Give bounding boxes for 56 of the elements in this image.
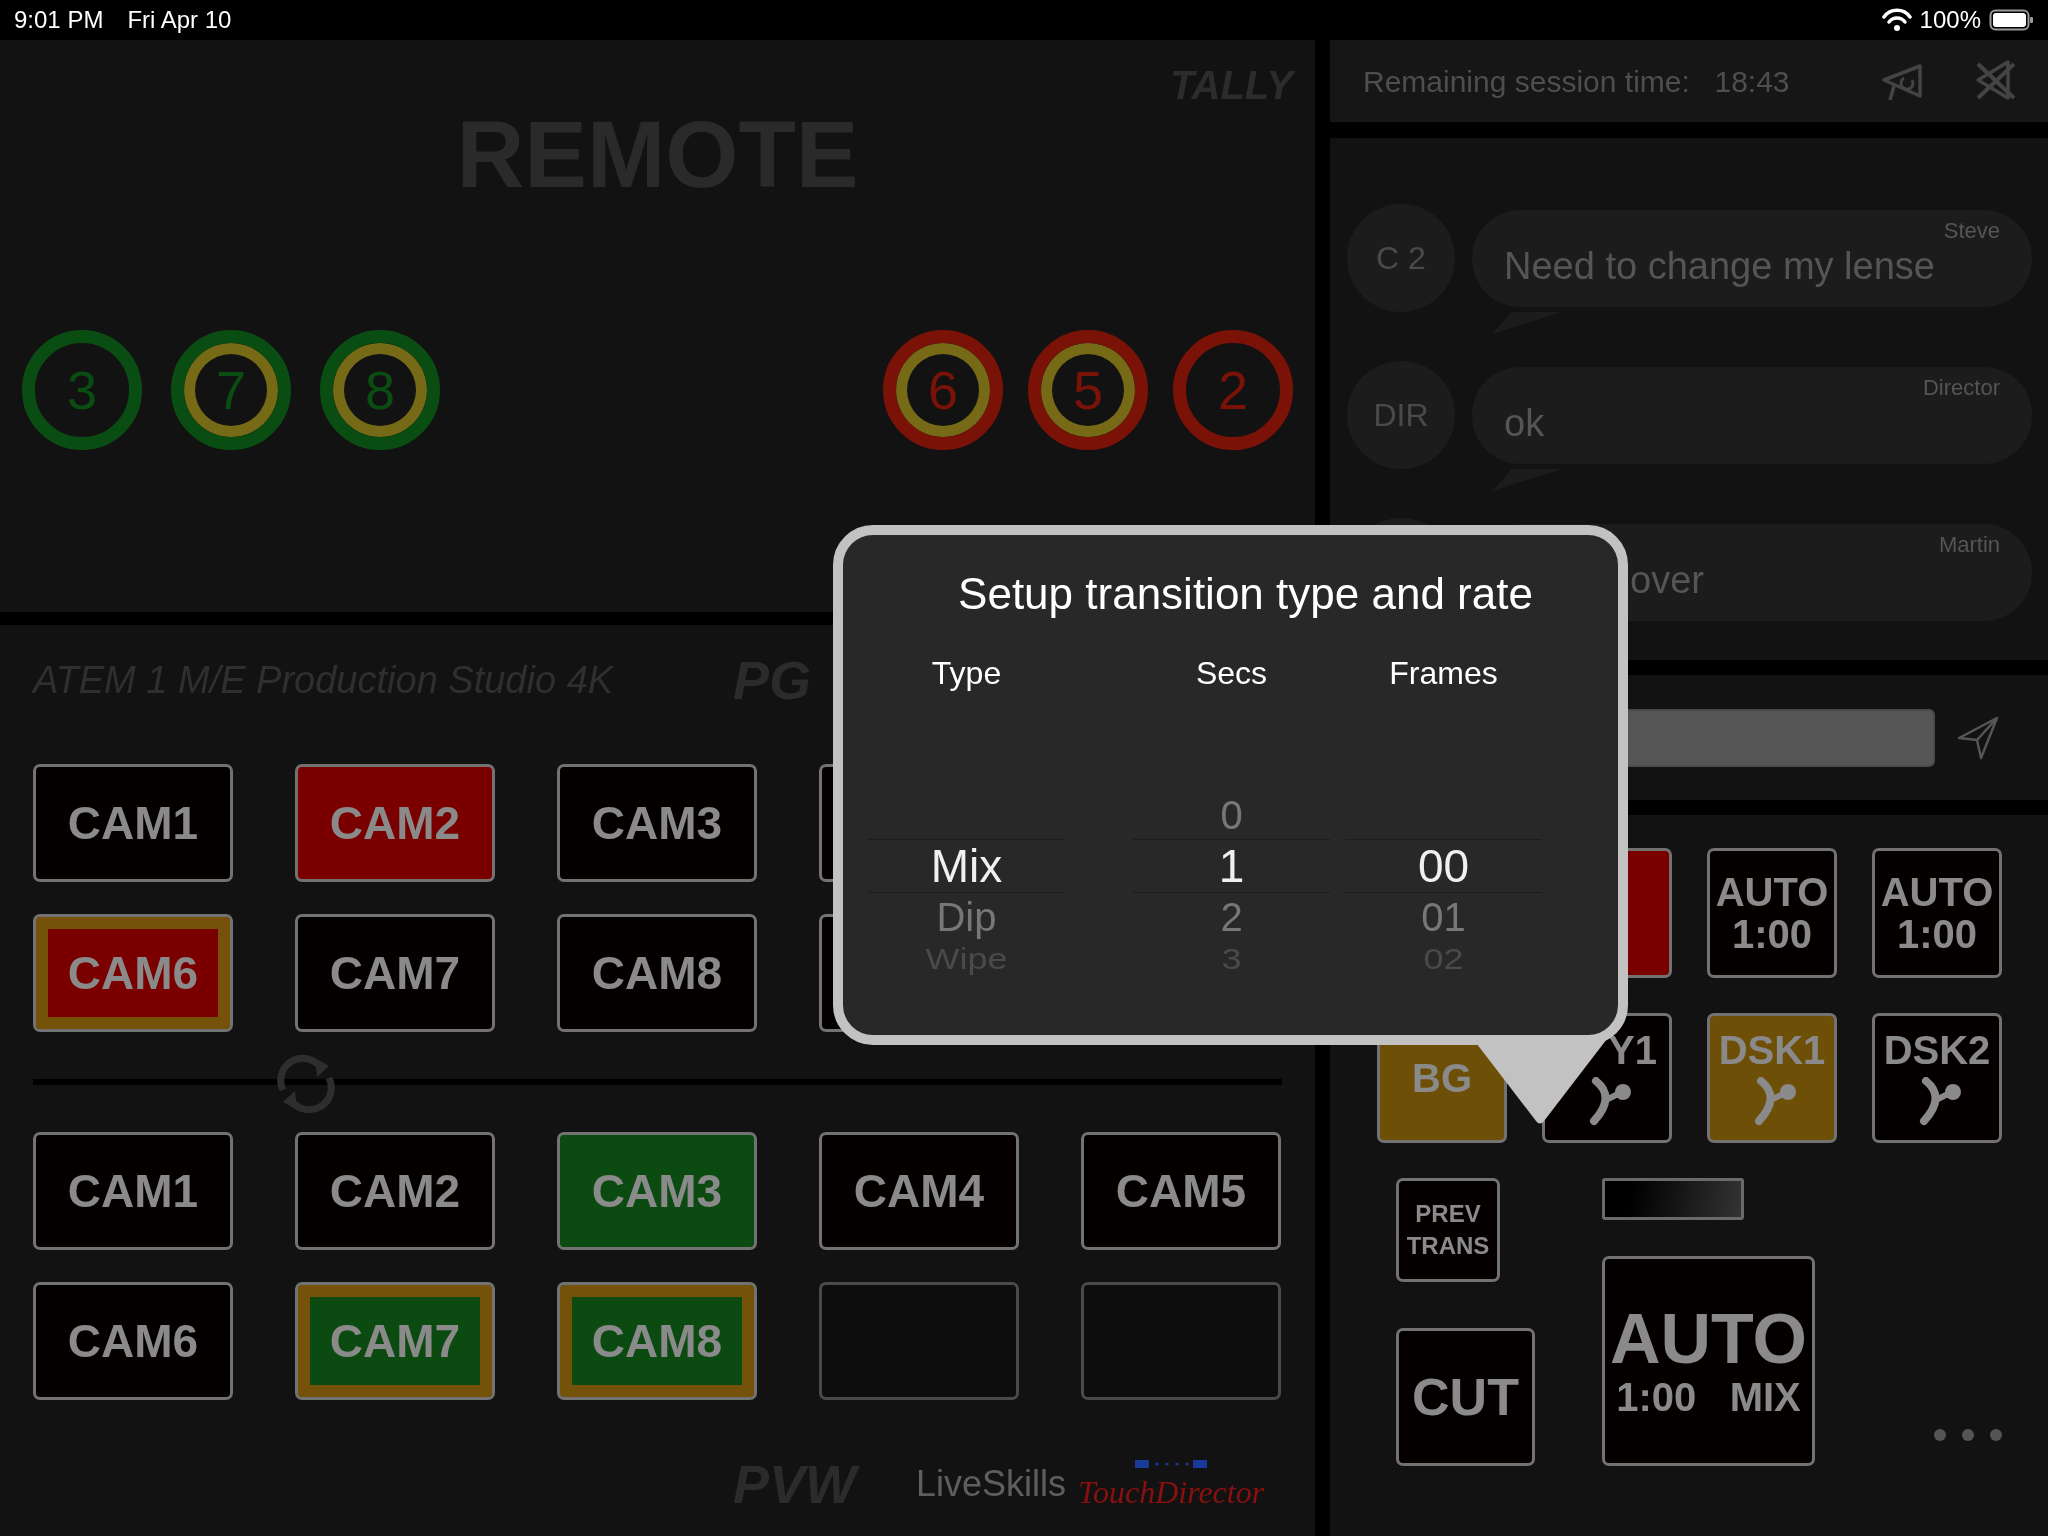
source-button[interactable]: CAM5 [1081,1132,1281,1250]
popover-title: Setup transition type and rate [957,568,1534,620]
keyer-button[interactable]: DSK2 [1872,1013,2002,1143]
key-button[interactable]: AUTO 1:00 [1872,848,2002,978]
auto-transition-button[interactable]: AUTO 1:00 MIX [1602,1256,1815,1466]
source-button[interactable]: CAM1 [33,1132,233,1250]
source-button[interactable]: CAM7 [295,1282,495,1400]
picker-option[interactable]: Mix [868,839,1065,893]
picker-option[interactable]: 0 [1133,791,1330,839]
battery-percent: 100% [1919,5,1981,35]
session-time-label: Remaining session time: [1363,63,1691,100]
picker-heading: Frames [1388,654,1499,693]
picker-option[interactable]: 1 [1133,839,1330,893]
source-button[interactable]: CAM8 [557,914,757,1032]
picker-heading: Secs [1194,654,1269,693]
empty-source-button[interactable] [819,1282,1019,1400]
tally-indicator: 2 [1173,330,1293,450]
message-text: Need to change my lense [1504,243,1936,288]
status-date: Fri Apr 10 [127,5,232,35]
cut-button[interactable]: CUT [1396,1328,1535,1466]
tally-indicator: 3 [22,330,142,450]
source-button[interactable]: CAM7 [295,914,495,1032]
source-button[interactable]: CAM6 [33,914,233,1032]
empty-source-button[interactable] [1081,1282,1281,1400]
source-button[interactable]: CAM6 [33,1282,233,1400]
tally-indicator: 8 [320,330,440,450]
tally-indicator: 7 [171,330,291,450]
picker-heading: Type [930,654,1003,693]
send-icon[interactable] [1957,715,2001,760]
key-button[interactable]: AUTO 1:00 [1707,848,1837,978]
message-sender: Martin [1937,531,2000,558]
wifi-icon [1881,8,1912,32]
message-sender: Steve [1942,217,2000,244]
source-button[interactable]: CAM1 [33,764,233,882]
message-sender: Director [1922,374,2000,401]
source-button[interactable]: CAM3 [557,1132,757,1250]
more-icon[interactable] [1934,1429,2002,1441]
picker-option[interactable]: 2 [1133,893,1330,941]
battery-icon [1989,9,2034,31]
logo-dots-icon [1135,1460,1208,1468]
tally-indicator: 5 [1028,330,1148,450]
message-text: ok [1504,400,1546,445]
picker-option[interactable]: 01 [1345,893,1542,941]
picker-option[interactable]: 00 [1345,839,1542,893]
picker-option[interactable]: Dip [868,893,1065,941]
tally-indicator: 6 [883,330,1003,450]
source-button[interactable]: CAM4 [819,1132,1019,1250]
source-button[interactable]: CAM2 [295,764,495,882]
brand-name: LiveSkills [916,1462,1067,1506]
source-button[interactable]: CAM2 [295,1132,495,1250]
preview-transition-button[interactable]: PREV TRANS [1396,1178,1500,1282]
status-time: 9:01 PM [14,5,104,35]
source-button[interactable]: CAM3 [557,764,757,882]
session-time: 18:43 [1714,63,1790,100]
source-button[interactable]: CAM8 [557,1282,757,1400]
product-logo: TouchDirector [1078,1473,1265,1512]
